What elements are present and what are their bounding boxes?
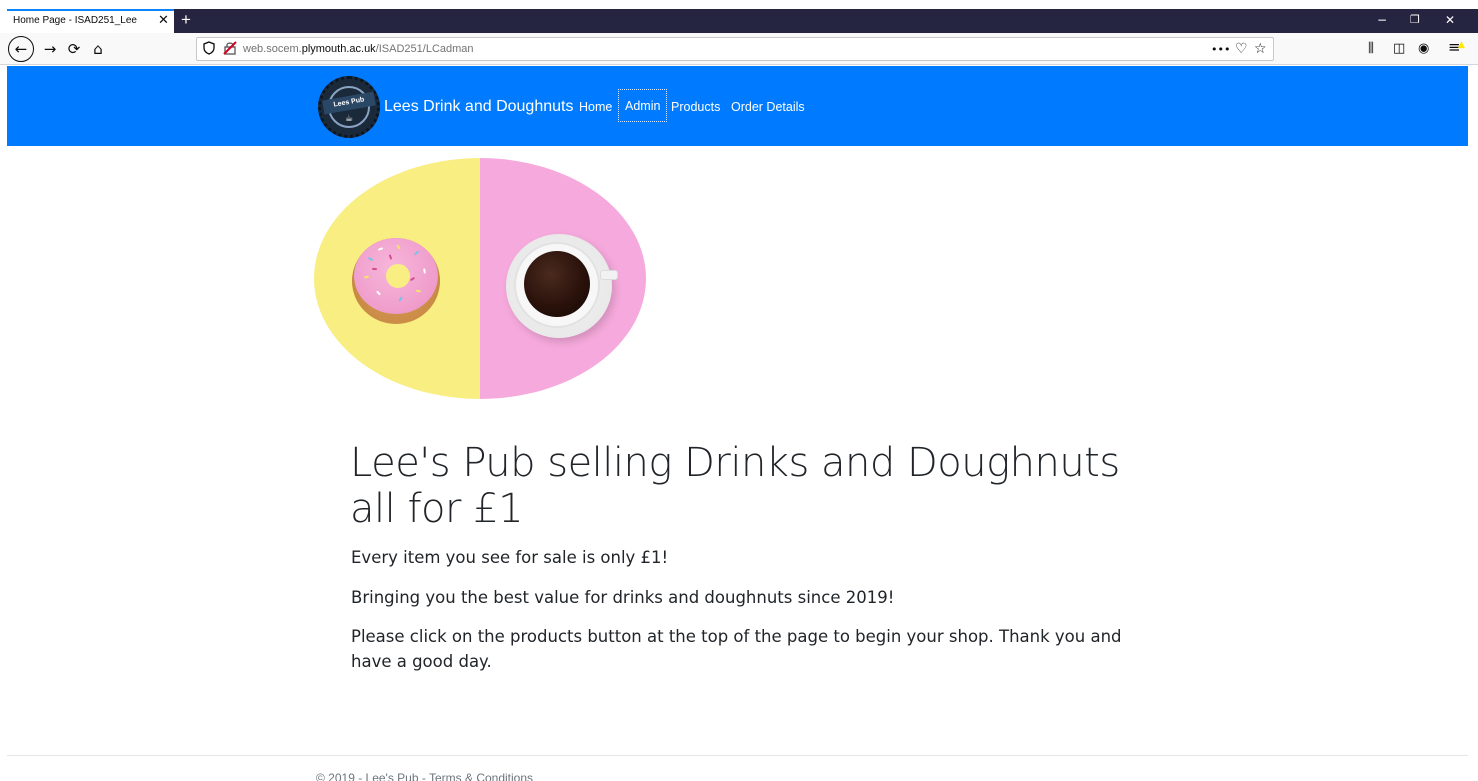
tab-strip (174, 9, 1478, 33)
page-actions-icon[interactable]: ••• (1211, 41, 1230, 59)
pocket-icon[interactable]: ♡ (1235, 40, 1248, 58)
page-heading: Lee's Pub selling Drinks and Doughnuts a… (350, 440, 1120, 532)
footer-divider (7, 755, 1468, 756)
shield-icon[interactable] (203, 41, 215, 59)
forward-arrow-icon[interactable]: → (38, 37, 62, 61)
url-path: /ISAD251/LCadman (375, 43, 474, 55)
restore-icon[interactable]: ❐ (1410, 12, 1420, 28)
browser-tab[interactable]: Home Page - ISAD251_Lee ✕ (7, 9, 174, 33)
close-window-icon[interactable]: ✕ (1445, 12, 1455, 28)
tab-title: Home Page - ISAD251_Lee (13, 15, 137, 26)
doughnut-image (352, 238, 440, 324)
coffee-cup-icon: ☕ (345, 114, 354, 124)
close-tab-icon[interactable]: ✕ (158, 11, 169, 31)
url-text[interactable]: web.socem.plymouth.ac.uk/ISAD251/LCadman (243, 43, 474, 55)
nav-link-order-details[interactable]: Order Details (731, 100, 805, 114)
doughnut-icing (354, 238, 438, 314)
value-paragraph: Bringing you the best value for drinks a… (351, 588, 895, 607)
sidebar-icon[interactable]: ◫ (1393, 40, 1405, 58)
nav-link-admin[interactable]: Admin (618, 89, 668, 122)
nav-link-products[interactable]: Products (671, 100, 720, 114)
insecure-lock-icon[interactable] (223, 41, 237, 59)
back-arrow-icon[interactable]: ← (8, 36, 34, 62)
url-prefix: web.socem. (243, 43, 302, 55)
library-icon[interactable]: ⫼ (1368, 40, 1374, 58)
url-domain: plymouth.ac.uk (301, 43, 376, 55)
site-navbar: Lees Pub ☕ Lees Drink and Doughnuts Home… (7, 66, 1468, 146)
doughnut-hole (386, 264, 410, 288)
instructions-paragraph: Please click on the products button at t… (351, 627, 1122, 671)
browser-tab-bar: Home Page - ISAD251_Lee ✕ + − ❐ ✕ (0, 0, 1478, 33)
intro-paragraph: Every item you see for sale is only £1! (351, 548, 669, 567)
bookmark-star-icon[interactable]: ☆ (1254, 40, 1267, 58)
brand-name[interactable]: Lees Drink and Doughnuts (384, 98, 573, 116)
footer-text: © 2019 - Lee's Pub - Terms & Conditions (316, 771, 534, 781)
new-tab-button[interactable]: + (181, 9, 191, 31)
address-bar[interactable]: web.socem.plymouth.ac.uk/ISAD251/LCadman… (196, 37, 1274, 61)
browser-toolbar: ← → ⟳ ⌂ web.socem.plymouth.ac.uk/ISAD251… (0, 33, 1478, 65)
home-icon[interactable]: ⌂ (86, 37, 110, 61)
warning-badge-icon: ▲ (1458, 40, 1465, 50)
coffee-image (524, 251, 590, 317)
minimize-icon[interactable]: − (1377, 12, 1387, 28)
menu-icon[interactable]: ≡ ▲ (1448, 38, 1465, 56)
lees-pub-logo[interactable]: Lees Pub ☕ (318, 76, 380, 138)
nav-link-home[interactable]: Home (579, 100, 612, 114)
reload-icon[interactable]: ⟳ (62, 37, 86, 61)
cup-handle (600, 270, 618, 280)
hero-image (314, 158, 646, 399)
account-icon[interactable]: ◉ (1418, 40, 1429, 58)
